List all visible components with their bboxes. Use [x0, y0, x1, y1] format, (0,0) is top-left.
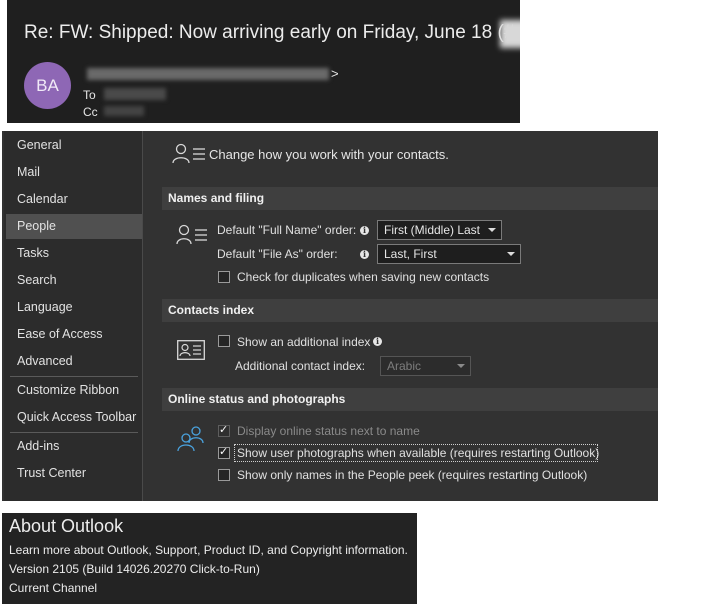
- full-name-order-value: First (Middle) Last: [384, 223, 481, 237]
- show-names-only-label[interactable]: Show only names in the People peek (requ…: [237, 468, 587, 482]
- display-status-checkbox[interactable]: [218, 423, 230, 437]
- address-book-icon: [177, 340, 205, 360]
- email-header: Re: FW: Shipped: Now arriving early on F…: [7, 0, 520, 123]
- additional-index-label: Additional contact index:: [235, 359, 366, 373]
- contact-card-icon: [176, 224, 207, 245]
- sender-bracket: >: [331, 66, 339, 81]
- sidebar-item-trust-center[interactable]: Trust Center: [6, 461, 142, 486]
- file-as-order-value: Last, First: [384, 247, 437, 261]
- show-photos-checkbox[interactable]: [218, 445, 230, 459]
- cc-redacted: [104, 106, 144, 116]
- info-icon[interactable]: i: [373, 337, 382, 346]
- page-intro: Change how you work with your contacts.: [209, 147, 449, 162]
- chevron-down-icon: [488, 228, 496, 232]
- section-contacts-index: Contacts index: [162, 299, 658, 322]
- info-icon[interactable]: i: [360, 226, 369, 235]
- show-index-checkbox[interactable]: [218, 335, 230, 347]
- recipient-redacted: [104, 88, 166, 100]
- outlook-options-dialog: General Mail Calendar People Tasks Searc…: [2, 131, 658, 501]
- display-status-label[interactable]: Display online status next to name: [237, 424, 420, 438]
- section-online-status: Online status and photographs: [162, 388, 658, 411]
- chevron-down-icon: [457, 364, 465, 368]
- file-as-order-select[interactable]: Last, First: [377, 244, 521, 264]
- avatar[interactable]: BA: [24, 62, 71, 109]
- additional-index-select[interactable]: Arabic: [380, 356, 471, 376]
- sidebar-item-quick-access-toolbar[interactable]: Quick Access Toolbar: [6, 405, 142, 430]
- about-outlook-panel: About Outlook Learn more about Outlook, …: [2, 513, 417, 604]
- section-names-and-filing: Names and filing: [162, 187, 658, 210]
- to-label: To: [83, 88, 96, 102]
- sidebar-item-mail[interactable]: Mail: [6, 160, 142, 185]
- sidebar-item-customize-ribbon[interactable]: Customize Ribbon: [6, 378, 142, 403]
- show-index-label[interactable]: Show an additional index: [237, 335, 370, 349]
- sidebar-item-general[interactable]: General: [6, 133, 142, 158]
- redacted-text: [500, 20, 520, 48]
- update-channel: Current Channel: [9, 581, 98, 595]
- sidebar-item-tasks[interactable]: Tasks: [6, 241, 142, 266]
- people-presence-icon: [177, 426, 204, 452]
- sidebar-item-search[interactable]: Search: [6, 268, 142, 293]
- version-info: Version 2105 (Build 14026.20270 Click-to…: [9, 562, 260, 576]
- sender-redacted: [87, 68, 329, 80]
- sidebar-item-add-ins[interactable]: Add-ins: [6, 434, 142, 459]
- about-description: Learn more about Outlook, Support, Produ…: [9, 543, 408, 557]
- sidebar-divider: [10, 432, 138, 433]
- additional-index-value: Arabic: [387, 359, 422, 373]
- cc-label: Cc: [83, 105, 98, 119]
- email-subject: Re: FW: Shipped: Now arriving early on F…: [24, 22, 515, 43]
- sidebar-item-advanced[interactable]: Advanced: [6, 349, 142, 374]
- file-as-order-label: Default "File As" order:: [217, 247, 338, 261]
- about-title: About Outlook: [9, 516, 124, 536]
- full-name-order-label: Default "Full Name" order:: [217, 223, 357, 237]
- sidebar-item-people[interactable]: People: [6, 214, 142, 239]
- options-sidebar: General Mail Calendar People Tasks Searc…: [4, 131, 143, 501]
- people-list-icon: [172, 143, 205, 164]
- chevron-down-icon: [507, 252, 515, 256]
- show-names-only-checkbox[interactable]: [218, 469, 230, 481]
- sidebar-item-calendar[interactable]: Calendar: [6, 187, 142, 212]
- full-name-order-select[interactable]: First (Middle) Last: [377, 220, 502, 240]
- people-options-pane: Change how you work with your contacts. …: [148, 131, 658, 501]
- sidebar-divider: [10, 376, 138, 377]
- sidebar-item-language[interactable]: Language: [6, 295, 142, 320]
- check-duplicates-checkbox[interactable]: [218, 271, 230, 283]
- sidebar-item-ease-of-access[interactable]: Ease of Access: [6, 322, 142, 347]
- show-photos-label[interactable]: Show user photographs when available (re…: [237, 446, 599, 460]
- check-duplicates-label[interactable]: Check for duplicates when saving new con…: [237, 270, 489, 284]
- info-icon[interactable]: i: [360, 250, 369, 259]
